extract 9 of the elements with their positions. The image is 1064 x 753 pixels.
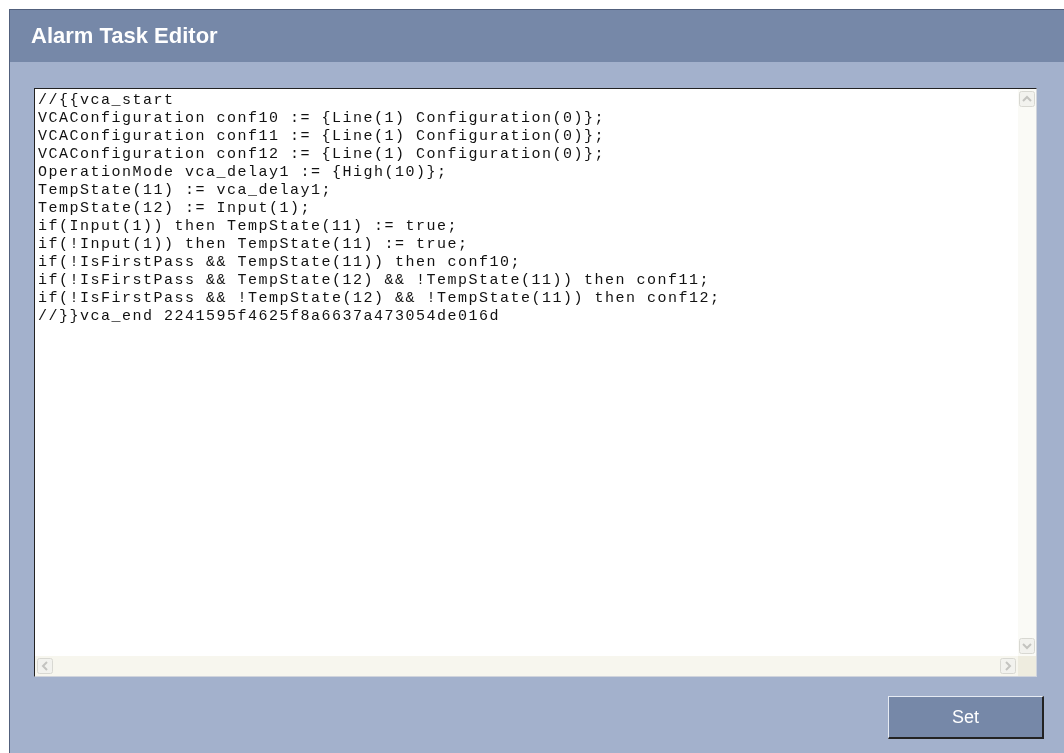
scrollbar-corner [1018, 656, 1036, 676]
code-text: //{{vca_start VCAConfiguration conf10 := {Line(1) Configuration(0)}; VCAConfiguration conf11 := {Line(1) Configuration(0)}; VCAConfiguration conf12 := {Line(1) Configuration(0)}; OperationMode vca_delay1 := {High(10)}; TempState(11) := vca_delay1; TempState(12) := Input(1); if(Input(1)) then TempState(11) := true; if(!Input(1)) then TempState(11) := true; if(!IsFirstPass && TempState(11)) then conf10; if(!IsFirstPass && TempState(12) && !TempState(11)) then conf11; if(!IsFirstPass && !TempState(12) && !TempState(11)) then conf12; //}}vca_end 2241595f4625f8a6637a473054de016d [37, 91, 722, 327]
scroll-left-icon[interactable] [37, 658, 53, 674]
scroll-right-icon[interactable] [1000, 658, 1016, 674]
panel-title: Alarm Task Editor [31, 23, 218, 49]
scroll-up-icon[interactable] [1019, 91, 1035, 107]
code-editor[interactable] [34, 88, 1037, 677]
set-button[interactable]: Set [888, 696, 1044, 739]
scroll-down-icon[interactable] [1019, 638, 1035, 654]
